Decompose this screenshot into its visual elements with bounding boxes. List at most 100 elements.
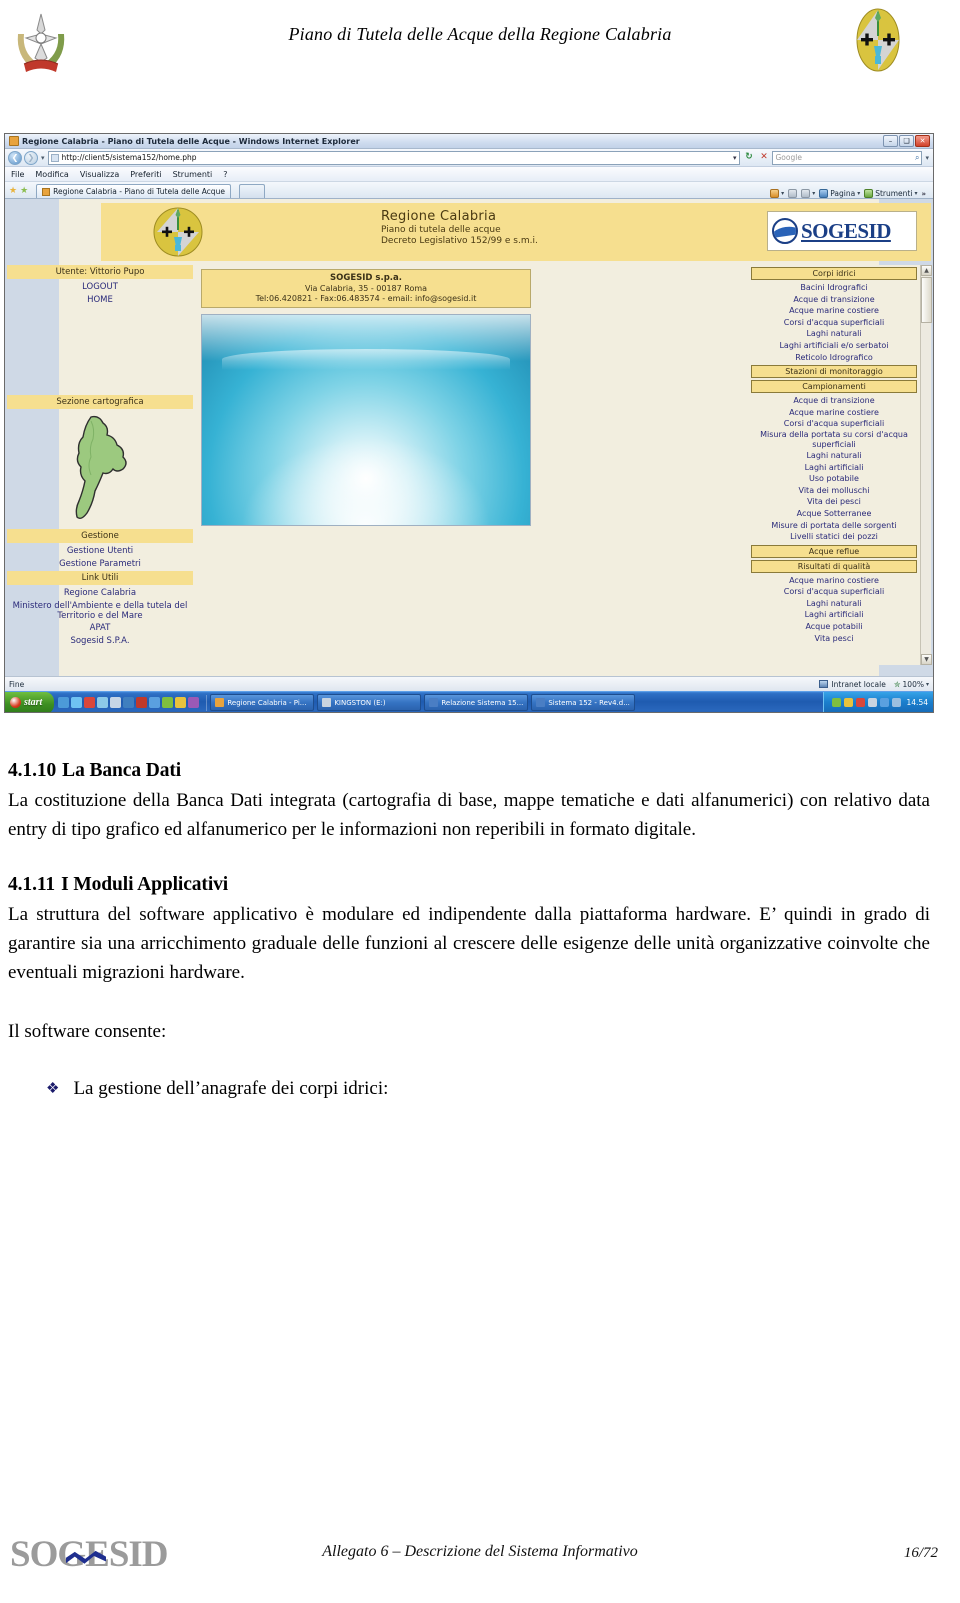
- menu-link[interactable]: Acque di transizione: [749, 395, 919, 407]
- quick-launch-browser-icon[interactable]: [58, 697, 70, 708]
- search-input[interactable]: Google ⌕: [772, 150, 923, 165]
- menu-link[interactable]: Laghi artificiali: [749, 609, 919, 621]
- tray-antivirus-icon[interactable]: [831, 698, 841, 707]
- refresh-icon[interactable]: ↻: [742, 151, 755, 164]
- menu-link[interactable]: Acque marino costiere: [749, 575, 919, 587]
- stop-icon[interactable]: ✕: [757, 151, 770, 164]
- recent-pages-caret-icon[interactable]: ▾: [40, 154, 46, 162]
- tray-network-icon[interactable]: [867, 698, 877, 707]
- page-command[interactable]: Pagina ▾: [819, 189, 860, 198]
- feeds-command[interactable]: [788, 189, 798, 198]
- menu-link[interactable]: Misure di portata delle sorgenti: [749, 520, 919, 532]
- sidebar-link-regione-calabria[interactable]: Regione Calabria: [7, 587, 193, 600]
- menu-link[interactable]: Laghi naturali: [749, 328, 919, 340]
- menu-link[interactable]: Bacini Idrografici: [749, 282, 919, 294]
- security-zone[interactable]: Intranet locale: [819, 680, 886, 689]
- calabria-map-icon[interactable]: [65, 413, 135, 523]
- system-clock[interactable]: 14.54: [907, 698, 928, 707]
- minimize-button[interactable]: –: [883, 135, 898, 147]
- scroll-up-icon[interactable]: ▲: [921, 265, 932, 276]
- new-tab-button[interactable]: [238, 184, 265, 198]
- sidebar-header-link-utili[interactable]: Link Utili: [7, 571, 193, 585]
- menu-link[interactable]: Reticolo Idrografico: [749, 352, 919, 364]
- menu-visualizza[interactable]: Visualizza: [80, 170, 119, 179]
- sidebar-link-apat[interactable]: APAT: [7, 622, 193, 635]
- sidebar-header-cartografica[interactable]: Sezione cartografica: [7, 395, 193, 409]
- menu-section-header[interactable]: Risultati di qualità: [751, 559, 917, 573]
- menu-section-header[interactable]: Campionamenti: [751, 380, 917, 394]
- home-command[interactable]: ▾: [770, 189, 784, 198]
- menu-link[interactable]: Uso potabile: [749, 473, 919, 485]
- menu-link[interactable]: Misura della portata su corsi d'acqua su…: [749, 430, 919, 450]
- sidebar-link-ministero[interactable]: Ministero dell'Ambiente e della tutela d…: [7, 600, 193, 622]
- browser-tab[interactable]: Regione Calabria - Piano di Tutela delle…: [36, 184, 231, 198]
- menu-file[interactable]: File: [11, 170, 24, 179]
- quick-launch-mail-icon[interactable]: [97, 697, 109, 708]
- quick-launch-acrobat-icon[interactable]: [136, 697, 148, 708]
- add-to-favorites-icon[interactable]: ★: [20, 184, 28, 198]
- search-icon[interactable]: ⌕: [915, 153, 919, 163]
- logout-link[interactable]: LOGOUT: [7, 281, 193, 294]
- home-link[interactable]: HOME: [7, 294, 193, 307]
- start-button[interactable]: start: [5, 691, 55, 712]
- back-button[interactable]: ❮: [8, 150, 22, 165]
- menu-preferiti[interactable]: Preferiti: [130, 170, 161, 179]
- search-options-caret-icon[interactable]: ▾: [924, 154, 930, 162]
- menu-section-header[interactable]: Stazioni di monitoraggio: [751, 365, 917, 379]
- menu-link[interactable]: Acque di transizione: [749, 294, 919, 306]
- taskbar-button-relazione[interactable]: Relazione Sistema 15...: [424, 694, 529, 711]
- menu-link[interactable]: Corsi d'acqua superficiali: [749, 317, 919, 329]
- sidebar-link-gestione-utenti[interactable]: Gestione Utenti: [7, 545, 193, 558]
- menu-link[interactable]: Livelli statici dei pozzi: [749, 531, 919, 543]
- menu-link[interactable]: Laghi naturali: [749, 598, 919, 610]
- menu-modifica[interactable]: Modifica: [35, 170, 68, 179]
- menu-section-header[interactable]: Acque reflue: [751, 544, 917, 558]
- close-button[interactable]: ✕: [915, 135, 930, 147]
- menu-link[interactable]: Corsi d'acqua superficiali: [749, 586, 919, 598]
- tray-updates-icon[interactable]: [843, 698, 853, 707]
- menu-link[interactable]: Acque potabili: [749, 621, 919, 633]
- sidebar-header-gestione[interactable]: Gestione: [7, 529, 193, 543]
- menu-section-header[interactable]: Corpi idrici: [751, 267, 917, 280]
- quick-launch-notes-icon[interactable]: [175, 697, 187, 708]
- tools-command[interactable]: Strumenti ▾: [864, 189, 917, 198]
- taskbar-button-browser[interactable]: Regione Calabria - Pi...: [210, 694, 315, 711]
- menu-scrollbar[interactable]: ▲ ▼: [920, 265, 932, 665]
- scroll-down-icon[interactable]: ▼: [921, 654, 932, 665]
- menu-link[interactable]: Acque Sotterranee: [749, 508, 919, 520]
- menu-link[interactable]: Vita dei pesci: [749, 496, 919, 508]
- quick-launch-misc-icon[interactable]: [188, 697, 200, 708]
- menu-link[interactable]: Acque marine costiere: [749, 407, 919, 419]
- menu-link[interactable]: Vita dei molluschi: [749, 485, 919, 497]
- menu-link[interactable]: Acque marine costiere: [749, 305, 919, 317]
- menu-link[interactable]: Laghi artificiali: [749, 462, 919, 474]
- more-commands-icon[interactable]: »: [921, 190, 926, 198]
- zoom-control[interactable]: ✮ 100% ▾: [894, 680, 929, 689]
- print-command[interactable]: ▾: [801, 189, 815, 198]
- sidebar-link-sogesid[interactable]: Sogesid S.P.A.: [7, 635, 193, 648]
- sidebar-link-gestione-parametri[interactable]: Gestione Parametri: [7, 558, 193, 571]
- quick-launch-explorer-icon[interactable]: [71, 697, 83, 708]
- taskbar-button-kingston[interactable]: KINGSTON (E:): [317, 694, 422, 711]
- quick-launch-word-icon[interactable]: [110, 697, 122, 708]
- favorites-center-icon[interactable]: ★: [9, 184, 17, 198]
- maximize-button[interactable]: ❑: [899, 135, 914, 147]
- menu-link[interactable]: Vita pesci: [749, 633, 919, 645]
- tray-alert-icon[interactable]: [855, 698, 865, 707]
- forward-button[interactable]: ❯: [24, 150, 38, 165]
- menu-link[interactable]: Laghi artificiali e/o serbatoi: [749, 340, 919, 352]
- scrollbar-thumb[interactable]: [921, 277, 932, 323]
- menu-link[interactable]: Corsi d'acqua superficiali: [749, 418, 919, 430]
- tray-safely-remove-icon[interactable]: [891, 698, 901, 707]
- tray-volume-icon[interactable]: [879, 698, 889, 707]
- url-input[interactable]: http://client5/sistema152/home.php ▾: [47, 150, 741, 165]
- taskbar-button-sistema152[interactable]: Sistema 152 - Rev4.d...: [531, 694, 636, 711]
- url-dropdown-icon[interactable]: ▾: [733, 154, 738, 162]
- menu-link[interactable]: Laghi naturali: [749, 450, 919, 462]
- quick-launch-skype-icon[interactable]: [149, 697, 161, 708]
- menu-help[interactable]: ?: [223, 170, 227, 179]
- quick-launch-antivirus-icon[interactable]: [162, 697, 174, 708]
- quick-launch-media-icon[interactable]: [84, 697, 96, 708]
- menu-strumenti[interactable]: Strumenti: [173, 170, 213, 179]
- quick-launch-outlook-icon[interactable]: [123, 697, 135, 708]
